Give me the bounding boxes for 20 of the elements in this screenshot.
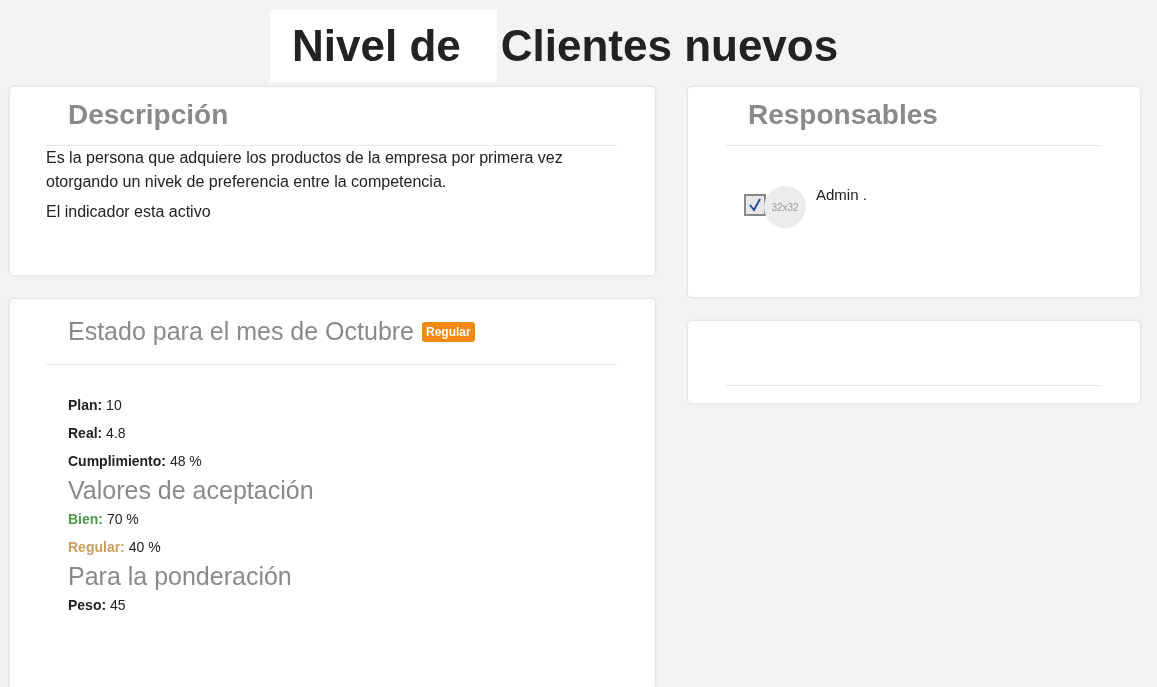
avatar: 32x32: [764, 186, 806, 228]
section-heading: Para la ponderación: [68, 561, 293, 591]
description-text: Es la persona que adquiere los productos de la empresa por primera vez otorgando un nivek de preferencia entre la competencia.: [46, 148, 564, 192]
card-heading: Descripción: [67, 99, 230, 132]
stat-line: Regular: 40 %: [68, 538, 162, 557]
page-title: Clientes nuevos: [499, 21, 839, 71]
section-heading: Valores de aceptación: [68, 475, 315, 505]
stat-line: Bien: 70 %: [68, 510, 140, 529]
check-icon: [748, 198, 762, 212]
status-badge: Regular: [422, 321, 475, 342]
stat-line: Peso: 45: [68, 596, 127, 615]
checkbox[interactable]: [744, 194, 766, 216]
stat-line: Plan: 10: [68, 396, 123, 415]
page-title-prefix: Nivel de: [270, 10, 497, 82]
stat-line: Cumplimiento: 48 %: [68, 452, 203, 471]
stat-line: Real: 4.8: [68, 424, 127, 443]
card-heading: Responsables: [747, 99, 939, 132]
status-text: El indicador esta activo: [46, 202, 212, 222]
card-heading: Estado para el mes de Octubre: [68, 317, 415, 346]
person-name: Admin .: [816, 186, 867, 203]
